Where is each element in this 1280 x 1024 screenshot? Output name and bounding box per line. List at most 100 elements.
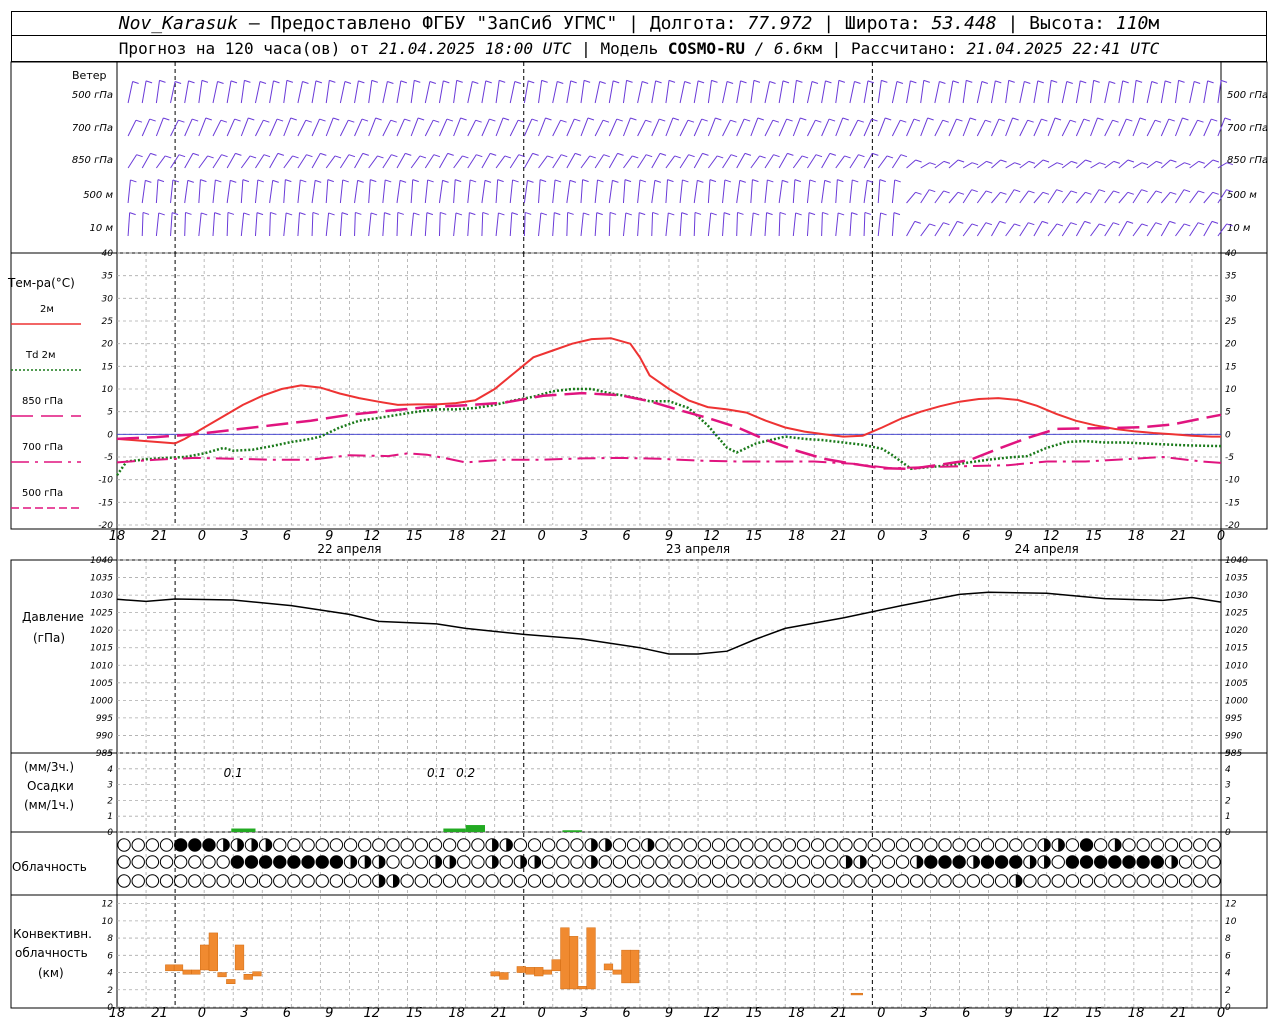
wind-barb-flag xyxy=(561,154,568,158)
wind-barb-shaft xyxy=(566,153,576,169)
wind-barb-icon xyxy=(863,118,878,137)
cloud-cover-icon xyxy=(1136,855,1150,869)
cloud-cover-icon xyxy=(1058,838,1065,852)
wind-barb-icon xyxy=(863,152,879,169)
wind-barb-flag xyxy=(174,81,182,84)
cloud-cover-icon xyxy=(1193,874,1207,888)
wind-barb-shaft xyxy=(1174,117,1183,137)
wind-level-label-right: 500 гПа xyxy=(1227,90,1268,101)
wind-barb-icon xyxy=(127,154,143,169)
conv-cloud-bar xyxy=(191,969,201,975)
wind-barb-flag xyxy=(1155,190,1163,194)
wind-barb-flag xyxy=(1212,159,1220,163)
wind-barb-icon xyxy=(594,119,610,137)
hour-tick: 21 xyxy=(831,1006,848,1021)
wind-barb-flag xyxy=(440,211,447,215)
wind-barb-flag xyxy=(569,179,577,183)
wind-barb-flag xyxy=(667,179,674,183)
wind-barb-icon xyxy=(410,117,425,137)
wind-barb-flag xyxy=(320,152,327,156)
wind-barb-icon xyxy=(254,81,267,104)
wind-barb-flag xyxy=(726,81,734,84)
cloud-cover-icon xyxy=(527,874,542,888)
wind-barb-flag xyxy=(769,81,776,84)
conv-tick-left: 0 xyxy=(107,1003,113,1013)
wind-barb-shaft xyxy=(792,179,796,204)
wind-barb-icon xyxy=(1118,220,1134,237)
hour-tick: 21 xyxy=(151,529,168,544)
wind-barb-shaft xyxy=(679,212,683,237)
wind-barb-flag xyxy=(201,79,209,83)
cloud-cover-icon xyxy=(683,874,697,888)
wind-barb-shaft xyxy=(198,212,202,237)
pressure-tick-left: 1015 xyxy=(90,644,113,654)
wind-barb-shaft xyxy=(1033,118,1042,137)
wind-barb-flag xyxy=(157,179,165,183)
cloud-cover-icon xyxy=(740,855,754,869)
cloud-cover-icon xyxy=(1207,874,1221,888)
wind-barb-shaft xyxy=(198,155,209,169)
wind-barb-flag xyxy=(191,118,199,122)
cloud-cover-icon xyxy=(244,874,259,888)
wind-barb-flag xyxy=(659,152,667,156)
wind-barb-shaft xyxy=(396,153,406,169)
wind-barb-flag xyxy=(772,119,780,123)
wind-barb-flag xyxy=(305,119,312,123)
wind-barb-icon xyxy=(1175,223,1191,237)
wind-barb-shaft xyxy=(580,179,584,204)
wind-level-label-right: 10 м xyxy=(1227,223,1251,234)
wind-barb-flag xyxy=(1212,191,1219,195)
cloud-cover-icon xyxy=(556,855,570,869)
wind-barb-shaft xyxy=(269,153,279,169)
pressure-tick-left: 1035 xyxy=(90,574,113,584)
conv-cloud-bar xyxy=(165,964,175,972)
wind-barb-shaft xyxy=(481,212,484,237)
cloud-cover-icon xyxy=(393,874,400,888)
cloud-cover-icon xyxy=(725,838,740,852)
wind-barb-icon xyxy=(1132,117,1147,137)
wind-barb-shaft xyxy=(1047,189,1058,204)
cloud-cover-icon xyxy=(117,838,131,852)
wind-barb-shaft xyxy=(212,212,216,237)
wind-barb-icon xyxy=(835,79,846,104)
temp-tick-right: 15 xyxy=(1225,362,1237,372)
hour-tick: 3 xyxy=(920,529,928,544)
cloud-cover-icon xyxy=(782,855,797,869)
wind-barb-icon xyxy=(198,117,212,137)
wind-barb-flag xyxy=(158,212,165,216)
wind-barb-flag xyxy=(514,81,521,84)
wind-barb-icon xyxy=(637,81,649,104)
wind-barb-shaft xyxy=(1005,117,1014,137)
wind-barb-flag xyxy=(782,80,790,84)
wind-barb-flag xyxy=(259,81,267,84)
precip-tick-right: 1 xyxy=(1225,812,1231,822)
wind-barb-shaft xyxy=(906,159,916,169)
precip-bar xyxy=(443,828,466,832)
wind-barb-flag xyxy=(327,179,334,183)
wind-barb-shaft xyxy=(1033,159,1044,169)
wind-barb-flag xyxy=(913,118,921,122)
wind-barb-icon xyxy=(707,179,717,204)
hour-tick: 9 xyxy=(1005,529,1013,544)
wind-barb-shaft xyxy=(1146,190,1157,204)
cloud-cover-icon xyxy=(1193,855,1207,869)
wind-barb-shaft xyxy=(821,180,826,204)
wind-barb-shaft xyxy=(354,153,364,169)
pressure-title: Давление xyxy=(22,610,84,624)
wind-barb-flag xyxy=(837,212,845,216)
wind-barb-icon xyxy=(764,81,776,104)
wind-barb-shaft xyxy=(1019,160,1030,169)
wind-barb-icon xyxy=(792,79,803,104)
wind-barb-flag xyxy=(292,155,299,159)
wind-barb-flag xyxy=(178,154,186,158)
conv-tick-right: 2 xyxy=(1225,986,1231,996)
legend-label: 500 гПа xyxy=(22,488,63,499)
wind-barb-shaft xyxy=(722,212,725,237)
wind-barb-shaft xyxy=(707,80,712,104)
wind-barb-shaft xyxy=(693,153,703,169)
wind-barb-shaft xyxy=(807,119,816,137)
wind-barb-icon xyxy=(637,119,652,137)
wind-barb-icon xyxy=(1076,159,1092,169)
wind-barb-icon xyxy=(962,117,977,137)
wind-barb-flag xyxy=(1014,223,1021,227)
